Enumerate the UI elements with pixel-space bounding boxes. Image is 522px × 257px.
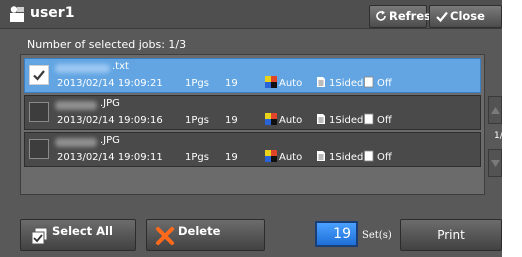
sets-unit-label: Set(s) bbox=[362, 230, 392, 241]
job-checkbox[interactable] bbox=[29, 139, 49, 159]
delete-label: Delete bbox=[178, 224, 221, 238]
job-sets: 19 bbox=[225, 152, 238, 163]
job-datetime: 2013/02/14 19:09:16 bbox=[57, 115, 163, 126]
page-indicator: 1/1 bbox=[494, 131, 509, 141]
scroll-up-button[interactable] bbox=[488, 96, 502, 124]
job-staple: Off bbox=[377, 78, 392, 89]
sets-quantity-field[interactable]: 19 bbox=[315, 221, 358, 247]
color-mode-icon bbox=[265, 76, 277, 88]
print-jobs-panel: user1 Refresh Close Number of selected j… bbox=[0, 0, 508, 257]
staple-icon bbox=[364, 76, 374, 88]
job-extension: .JPG bbox=[100, 135, 120, 146]
job-checkbox[interactable] bbox=[29, 102, 49, 122]
refresh-button[interactable]: Refresh bbox=[369, 5, 439, 28]
job-color: Auto bbox=[279, 115, 303, 126]
checkmark-icon bbox=[33, 70, 45, 81]
select-all-icon bbox=[31, 227, 48, 245]
one-sided-icon bbox=[317, 77, 325, 87]
select-all-label: Select All bbox=[52, 224, 113, 238]
job-name-redacted bbox=[55, 64, 110, 73]
job-sets: 19 bbox=[225, 115, 238, 126]
job-sets: 19 bbox=[225, 78, 238, 89]
user-name: user1 bbox=[30, 5, 75, 21]
staple-icon bbox=[364, 113, 374, 125]
job-checkbox[interactable] bbox=[29, 65, 49, 85]
job-staple: Off bbox=[377, 115, 392, 126]
job-row[interactable]: .JPG 2013/02/14 19:09:16 1Pgs 19 Auto 1S… bbox=[24, 95, 481, 130]
delete-button[interactable]: Delete bbox=[146, 219, 265, 251]
select-all-button[interactable]: Select All bbox=[20, 219, 136, 251]
job-extension: .JPG bbox=[100, 98, 120, 109]
job-list: .txt 2013/02/14 19:09:21 1Pgs 19 Auto 1S… bbox=[20, 54, 485, 195]
one-sided-icon bbox=[317, 151, 325, 161]
user-folder-icon bbox=[10, 6, 24, 22]
job-sides: 1Sided bbox=[329, 115, 364, 126]
job-sides: 1Sided bbox=[329, 78, 364, 89]
one-sided-icon bbox=[317, 114, 325, 124]
refresh-icon bbox=[376, 10, 386, 21]
staple-icon bbox=[364, 150, 374, 162]
triangle-up-icon bbox=[491, 107, 500, 114]
check-icon bbox=[436, 11, 448, 22]
close-button[interactable]: Close bbox=[429, 5, 502, 28]
job-sides: 1Sided bbox=[329, 152, 364, 163]
header-bar: user1 Refresh Close bbox=[0, 0, 502, 29]
job-color: Auto bbox=[279, 152, 303, 163]
scroll-down-button[interactable] bbox=[488, 149, 502, 177]
job-row[interactable]: .JPG 2013/02/14 19:09:11 1Pgs 19 Auto 1S… bbox=[24, 132, 481, 167]
delete-x-icon bbox=[156, 227, 174, 245]
job-row[interactable]: .txt 2013/02/14 19:09:21 1Pgs 19 Auto 1S… bbox=[24, 58, 481, 93]
job-extension: .txt bbox=[112, 61, 129, 72]
selected-jobs-count: Number of selected jobs: 1/3 bbox=[27, 38, 187, 51]
job-datetime: 2013/02/14 19:09:21 bbox=[57, 78, 163, 89]
job-name-redacted bbox=[55, 138, 97, 147]
color-mode-icon bbox=[265, 150, 277, 162]
job-staple: Off bbox=[377, 152, 392, 163]
triangle-down-icon bbox=[491, 160, 500, 167]
print-label: Print bbox=[437, 228, 465, 242]
job-pages: 1Pgs bbox=[185, 152, 209, 163]
close-label: Close bbox=[450, 9, 485, 23]
print-button[interactable]: Print bbox=[400, 219, 502, 251]
job-name-redacted bbox=[55, 101, 97, 110]
color-mode-icon bbox=[265, 113, 277, 125]
job-pages: 1Pgs bbox=[185, 115, 209, 126]
job-pages: 1Pgs bbox=[185, 78, 209, 89]
job-color: Auto bbox=[279, 78, 303, 89]
job-datetime: 2013/02/14 19:09:11 bbox=[57, 152, 163, 163]
